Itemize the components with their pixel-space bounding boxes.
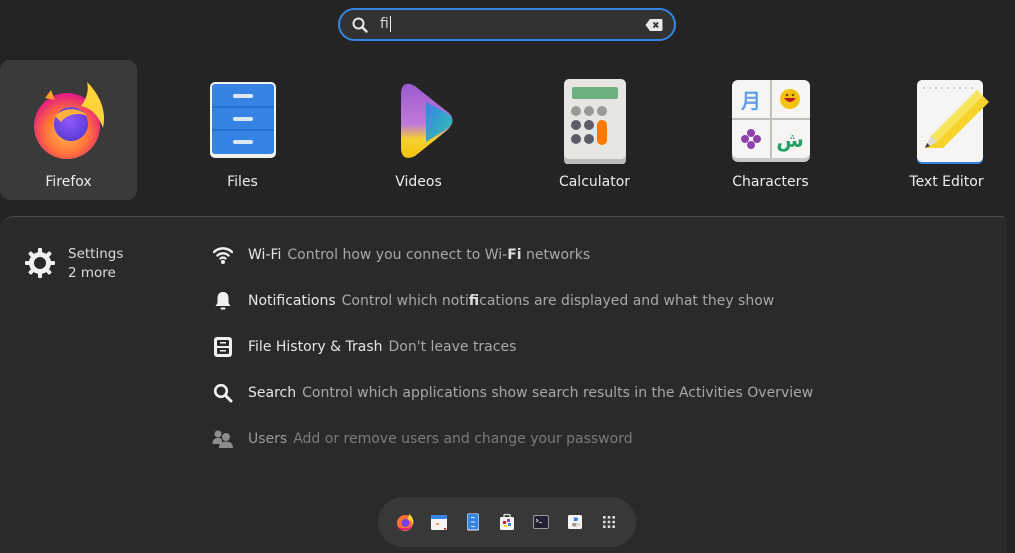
result-description: Don't leave traces	[388, 339, 517, 355]
calculator-icon	[563, 79, 626, 164]
result-description: Add or remove users and change your pass…	[293, 431, 633, 447]
svg-text:ش: ش	[776, 128, 804, 152]
dock-software-icon[interactable]	[497, 512, 517, 532]
text-editor-icon	[916, 80, 989, 164]
bell-icon	[212, 290, 234, 312]
videos-icon	[400, 83, 452, 158]
result-title: Search	[248, 385, 297, 401]
characters-icon: 月 ش	[731, 80, 810, 162]
app-label: Files	[227, 174, 258, 190]
result-title: Notifications	[248, 293, 336, 309]
dock-terminal-icon[interactable]	[531, 512, 551, 532]
text-caret	[389, 16, 392, 32]
result-users[interactable]: Users Add or remove users and change you…	[212, 427, 633, 451]
result-wifi[interactable]: Wi-Fi Control how you connect to Wi-Fi n…	[212, 243, 590, 267]
wifi-icon	[212, 244, 234, 266]
app-label: Firefox	[45, 174, 92, 190]
app-videos[interactable]: Videos	[350, 60, 487, 200]
search-text[interactable]: fi	[380, 16, 392, 32]
result-search[interactable]: Search Control which applications show s…	[212, 381, 813, 405]
app-grid-icon[interactable]	[599, 512, 619, 532]
app-label: Text Editor	[909, 174, 984, 190]
search-icon	[212, 382, 234, 404]
app-label: Videos	[395, 174, 442, 190]
users-icon	[212, 428, 234, 450]
result-notifications[interactable]: Notifications Control which notification…	[212, 289, 774, 313]
app-files[interactable]: Files	[174, 60, 311, 200]
app-label: Characters	[732, 174, 809, 190]
file-cabinet-icon	[212, 336, 234, 358]
firefox-icon	[33, 82, 104, 159]
result-description: Control which notifications are displaye…	[341, 293, 775, 309]
result-title: Wi-Fi	[248, 247, 282, 263]
dash-dock	[378, 497, 636, 547]
result-description: Control how you connect to Wi-Fi network…	[287, 247, 591, 263]
app-search-results: Firefox Files Videos Calculator 月 ش Char…	[0, 60, 1015, 200]
result-file-history-trash[interactable]: File History & Trash Don't leave traces	[212, 335, 516, 359]
app-firefox[interactable]: Firefox	[0, 60, 137, 200]
svg-text:月: 月	[740, 89, 761, 113]
app-calculator[interactable]: Calculator	[526, 60, 663, 200]
files-icon	[209, 82, 276, 158]
dock-files-icon[interactable]	[463, 512, 483, 532]
dock-firefox-icon[interactable]	[395, 512, 415, 532]
search-icon	[352, 17, 368, 33]
result-title: Users	[248, 431, 288, 447]
dock-settings-icon[interactable]	[565, 512, 585, 532]
app-text-editor[interactable]: Text Editor	[878, 60, 1015, 200]
settings-provider[interactable]: Settings 2 more	[24, 245, 123, 283]
search-input[interactable]: fi	[338, 8, 676, 41]
settings-gear-icon	[25, 248, 55, 278]
result-title: File History & Trash	[248, 339, 383, 355]
clear-backspace-icon[interactable]	[645, 18, 663, 32]
provider-name: Settings	[68, 246, 124, 262]
provider-more-count: 2 more	[68, 265, 116, 281]
app-label: Calculator	[558, 174, 631, 190]
result-description: Control which applications show search r…	[302, 385, 814, 401]
app-characters[interactable]: 月 ش Characters	[702, 60, 839, 200]
dock-calendar-icon[interactable]	[429, 512, 449, 532]
